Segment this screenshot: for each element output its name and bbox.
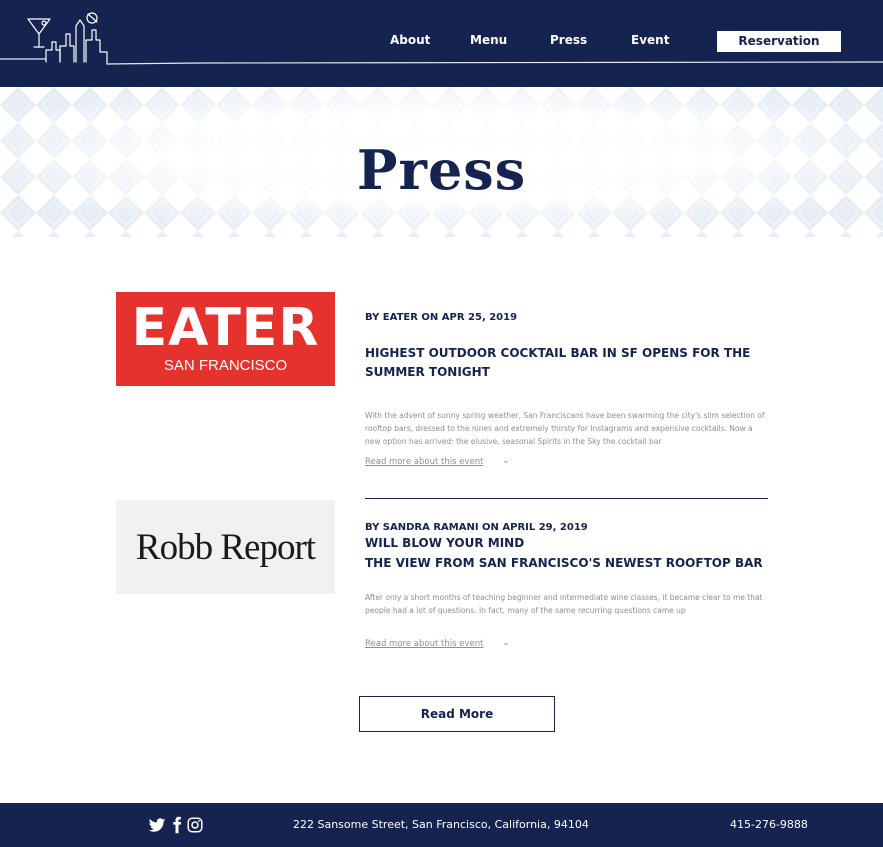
reservation-button[interactable]: Reservation: [717, 31, 841, 52]
article-divider: [365, 498, 768, 499]
article-byline: BY SANDRA RAMANI ON APRIL 29, 2019: [365, 522, 588, 533]
article-excerpt: After only a short months of teaching be…: [365, 593, 763, 615]
robb-report-logo: Robb Report: [116, 500, 335, 594]
press-banner: Press: [0, 87, 883, 237]
nav-press[interactable]: Press: [550, 33, 587, 47]
nav-about[interactable]: About: [390, 33, 430, 47]
read-more-link[interactable]: Read more about this event: [365, 457, 483, 467]
article-excerpt: With the advent of sunny spring weather,…: [365, 411, 765, 446]
robb-report-wordmark: Robb Report: [135, 527, 316, 568]
site-header: About Menu Press Event Reservation: [0, 0, 883, 87]
nav-event[interactable]: Event: [631, 33, 669, 47]
eater-logo: EATER SAN FRANCISCO: [116, 292, 335, 386]
page-title: Press: [356, 138, 527, 202]
chevron-down-icon: ⌄: [502, 456, 510, 466]
facebook-icon[interactable]: [168, 816, 186, 834]
read-more-link[interactable]: Read more about this event: [365, 639, 483, 649]
read-more-button[interactable]: Read More: [359, 696, 555, 732]
footer-phone[interactable]: 415-276-9888: [730, 818, 808, 831]
eater-logo-wordmark: EATER: [131, 298, 320, 358]
nav-menu[interactable]: Menu: [470, 33, 507, 47]
article-headline[interactable]: WILL BLOW YOUR MIND THE VIEW FROM SAN FR…: [365, 533, 765, 573]
article-headline[interactable]: HIGHEST OUTDOOR COCKTAIL BAR IN SF OPENS…: [365, 344, 765, 382]
eater-logo-subtitle: SAN FRANCISCO: [163, 357, 288, 374]
instagram-icon[interactable]: [186, 816, 204, 834]
article-byline: BY EATER ON APR 25, 2019: [365, 312, 518, 323]
footer-address: 222 Sansome Street, San Francisco, Calif…: [293, 818, 589, 831]
site-footer: 222 Sansome Street, San Francisco, Calif…: [0, 803, 883, 847]
chevron-down-icon: ⌄: [502, 638, 510, 648]
twitter-icon[interactable]: [148, 816, 166, 834]
